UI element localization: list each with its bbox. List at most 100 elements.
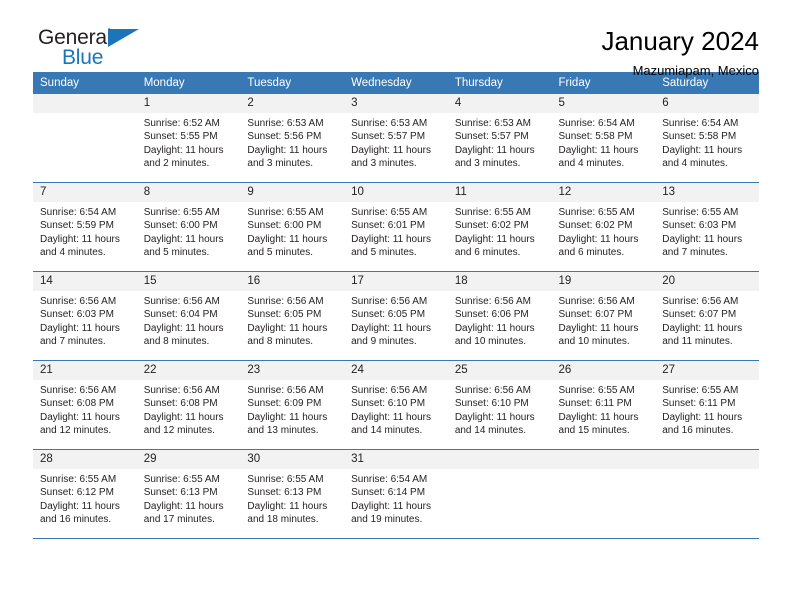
day-cell[interactable]: 20 Sunrise: 6:56 AM Sunset: 6:07 PM Dayl… [655,272,759,361]
daylight-text-line1: Daylight: 11 hours [351,411,431,423]
day-details: Sunrise: 6:54 AM Sunset: 5:58 PM Dayligh… [552,113,656,171]
daylight-text-line2: and 3 minutes. [247,158,314,170]
daylight-text-line1: Daylight: 11 hours [143,322,224,334]
sunrise-text: Sunrise: 6:56 AM [247,296,324,307]
day-details: Sunrise: 6:55 AM Sunset: 6:02 PM Dayligh… [448,202,552,260]
day-cell[interactable]: 4 Sunrise: 6:53 AM Sunset: 5:57 PM Dayli… [447,94,552,183]
day-cell[interactable]: 24 Sunrise: 6:56 AM Sunset: 6:10 PM Dayl… [344,361,448,450]
day-number: 13 [655,183,759,202]
day-number: 21 [33,361,137,380]
day-cell[interactable]: 16 Sunrise: 6:56 AM Sunset: 6:05 PM Dayl… [240,272,345,361]
day-cell[interactable]: 1 Sunrise: 6:52 AM Sunset: 5:55 PM Dayli… [136,94,241,183]
day-cell[interactable]: 12 Sunrise: 6:55 AM Sunset: 6:02 PM Dayl… [551,183,656,272]
sunset-text: Sunset: 6:14 PM [351,487,426,499]
day-cell[interactable]: 27 Sunrise: 6:55 AM Sunset: 6:11 PM Dayl… [655,361,759,450]
day-cell[interactable]: 21 Sunrise: 6:56 AM Sunset: 6:08 PM Dayl… [33,361,137,450]
sunrise-text: Sunrise: 6:55 AM [247,207,324,218]
page-title: January 2024 [601,26,759,56]
sunset-text: Sunset: 6:10 PM [351,398,426,410]
sunrise-text: Sunrise: 6:56 AM [454,385,531,396]
week-row: 28 Sunrise: 6:55 AM Sunset: 6:12 PM Dayl… [33,450,759,539]
day-cell[interactable]: 5 Sunrise: 6:54 AM Sunset: 5:58 PM Dayli… [551,94,656,183]
day-cell[interactable]: 15 Sunrise: 6:56 AM Sunset: 6:04 PM Dayl… [136,272,241,361]
day-number: 28 [33,450,137,469]
day-cell[interactable]: 18 Sunrise: 6:56 AM Sunset: 6:06 PM Dayl… [447,272,552,361]
day-cell[interactable]: 30 Sunrise: 6:55 AM Sunset: 6:13 PM Dayl… [240,450,345,539]
day-cell[interactable]: 22 Sunrise: 6:56 AM Sunset: 6:08 PM Dayl… [136,361,241,450]
sunrise-text: Sunrise: 6:54 AM [558,118,635,129]
day-cell[interactable]: 29 Sunrise: 6:55 AM Sunset: 6:13 PM Dayl… [136,450,241,539]
day-number: 31 [344,450,448,469]
daylight-text-line1: Daylight: 11 hours [558,144,639,156]
daylight-text-line2: and 4 minutes. [40,247,106,259]
daylight-text-line2: and 9 minutes. [351,336,417,348]
day-cell[interactable]: 26 Sunrise: 6:55 AM Sunset: 6:11 PM Dayl… [551,361,656,450]
sunrise-text: Sunrise: 6:54 AM [351,474,428,485]
sunset-text: Sunset: 6:02 PM [454,220,529,232]
sunset-text: Sunset: 5:55 PM [143,131,218,143]
day-details: Sunrise: 6:54 AM Sunset: 6:14 PM Dayligh… [344,469,448,527]
day-cell[interactable]: 2 Sunrise: 6:53 AM Sunset: 5:56 PM Dayli… [240,94,345,183]
daylight-text-line2: and 5 minutes. [247,247,314,259]
day-cell[interactable]: 13 Sunrise: 6:55 AM Sunset: 6:03 PM Dayl… [655,183,759,272]
day-cell[interactable]: 14 Sunrise: 6:56 AM Sunset: 6:03 PM Dayl… [33,272,137,361]
day-number: 27 [655,361,759,380]
day-number [655,450,759,469]
sunrise-text: Sunrise: 6:55 AM [558,207,635,218]
day-details: Sunrise: 6:55 AM Sunset: 6:02 PM Dayligh… [552,202,656,260]
day-details: Sunrise: 6:53 AM Sunset: 5:57 PM Dayligh… [448,113,552,171]
sunset-text: Sunset: 6:07 PM [662,309,737,321]
day-cell[interactable]: 28 Sunrise: 6:55 AM Sunset: 6:12 PM Dayl… [33,450,137,539]
day-number: 14 [33,272,137,291]
logo-triangle-icon [108,29,139,47]
daylight-text-line1: Daylight: 11 hours [351,322,431,334]
day-number [447,450,552,469]
day-number: 11 [447,183,552,202]
day-cell[interactable]: 23 Sunrise: 6:56 AM Sunset: 6:09 PM Dayl… [240,361,345,450]
day-number: 23 [240,361,345,380]
week-row: 7 Sunrise: 6:54 AM Sunset: 5:59 PM Dayli… [33,183,759,272]
daylight-text-line2: and 6 minutes. [558,247,625,259]
daylight-text-line1: Daylight: 11 hours [454,233,535,245]
day-cell[interactable]: 9 Sunrise: 6:55 AM Sunset: 6:00 PM Dayli… [240,183,345,272]
day-number: 6 [655,94,759,113]
sunset-text: Sunset: 5:58 PM [662,131,737,143]
day-number: 30 [240,450,345,469]
day-details: Sunrise: 6:55 AM Sunset: 6:00 PM Dayligh… [240,202,344,260]
day-cell[interactable]: 6 Sunrise: 6:54 AM Sunset: 5:58 PM Dayli… [655,94,759,183]
day-details: Sunrise: 6:53 AM Sunset: 5:57 PM Dayligh… [344,113,448,171]
day-number: 22 [136,361,241,380]
day-details: Sunrise: 6:53 AM Sunset: 5:56 PM Dayligh… [240,113,344,171]
day-number: 10 [344,183,448,202]
day-number: 5 [551,94,656,113]
day-cell[interactable]: 25 Sunrise: 6:56 AM Sunset: 6:10 PM Dayl… [447,361,552,450]
day-cell[interactable]: 19 Sunrise: 6:56 AM Sunset: 6:07 PM Dayl… [551,272,656,361]
day-details: Sunrise: 6:56 AM Sunset: 6:10 PM Dayligh… [448,380,552,438]
calendar-page: General Blue January 2024 Mazumiapam, Me… [0,0,792,612]
daylight-text-line2: and 15 minutes. [558,425,630,437]
daylight-text-line2: and 19 minutes. [351,514,423,526]
sunset-text: Sunset: 6:02 PM [558,220,633,232]
daylight-text-line1: Daylight: 11 hours [143,500,224,512]
daylight-text-line2: and 14 minutes. [351,425,423,437]
day-cell[interactable]: 11 Sunrise: 6:55 AM Sunset: 6:02 PM Dayl… [447,183,552,272]
day-number [551,450,656,469]
day-cell[interactable]: 8 Sunrise: 6:55 AM Sunset: 6:00 PM Dayli… [136,183,241,272]
day-details: Sunrise: 6:56 AM Sunset: 6:06 PM Dayligh… [448,291,552,349]
sunrise-text: Sunrise: 6:56 AM [40,385,117,396]
day-number: 26 [551,361,656,380]
day-cell[interactable]: 17 Sunrise: 6:56 AM Sunset: 6:05 PM Dayl… [344,272,448,361]
day-cell[interactable]: 31 Sunrise: 6:54 AM Sunset: 6:14 PM Dayl… [344,450,448,539]
calendar-body: 1 Sunrise: 6:52 AM Sunset: 5:55 PM Dayli… [33,94,759,539]
day-number: 8 [136,183,241,202]
day-details: Sunrise: 6:56 AM Sunset: 6:05 PM Dayligh… [240,291,344,349]
day-cell[interactable]: 7 Sunrise: 6:54 AM Sunset: 5:59 PM Dayli… [33,183,137,272]
day-cell[interactable]: 10 Sunrise: 6:55 AM Sunset: 6:01 PM Dayl… [344,183,448,272]
day-cell[interactable]: 3 Sunrise: 6:53 AM Sunset: 5:57 PM Dayli… [344,94,448,183]
day-cell[interactable] [33,94,137,183]
sunrise-text: Sunrise: 6:56 AM [454,296,531,307]
day-details: Sunrise: 6:55 AM Sunset: 6:13 PM Dayligh… [137,469,241,527]
daylight-text-line1: Daylight: 11 hours [40,411,120,423]
day-cell-empty [655,450,759,539]
sunset-text: Sunset: 5:57 PM [454,131,529,143]
